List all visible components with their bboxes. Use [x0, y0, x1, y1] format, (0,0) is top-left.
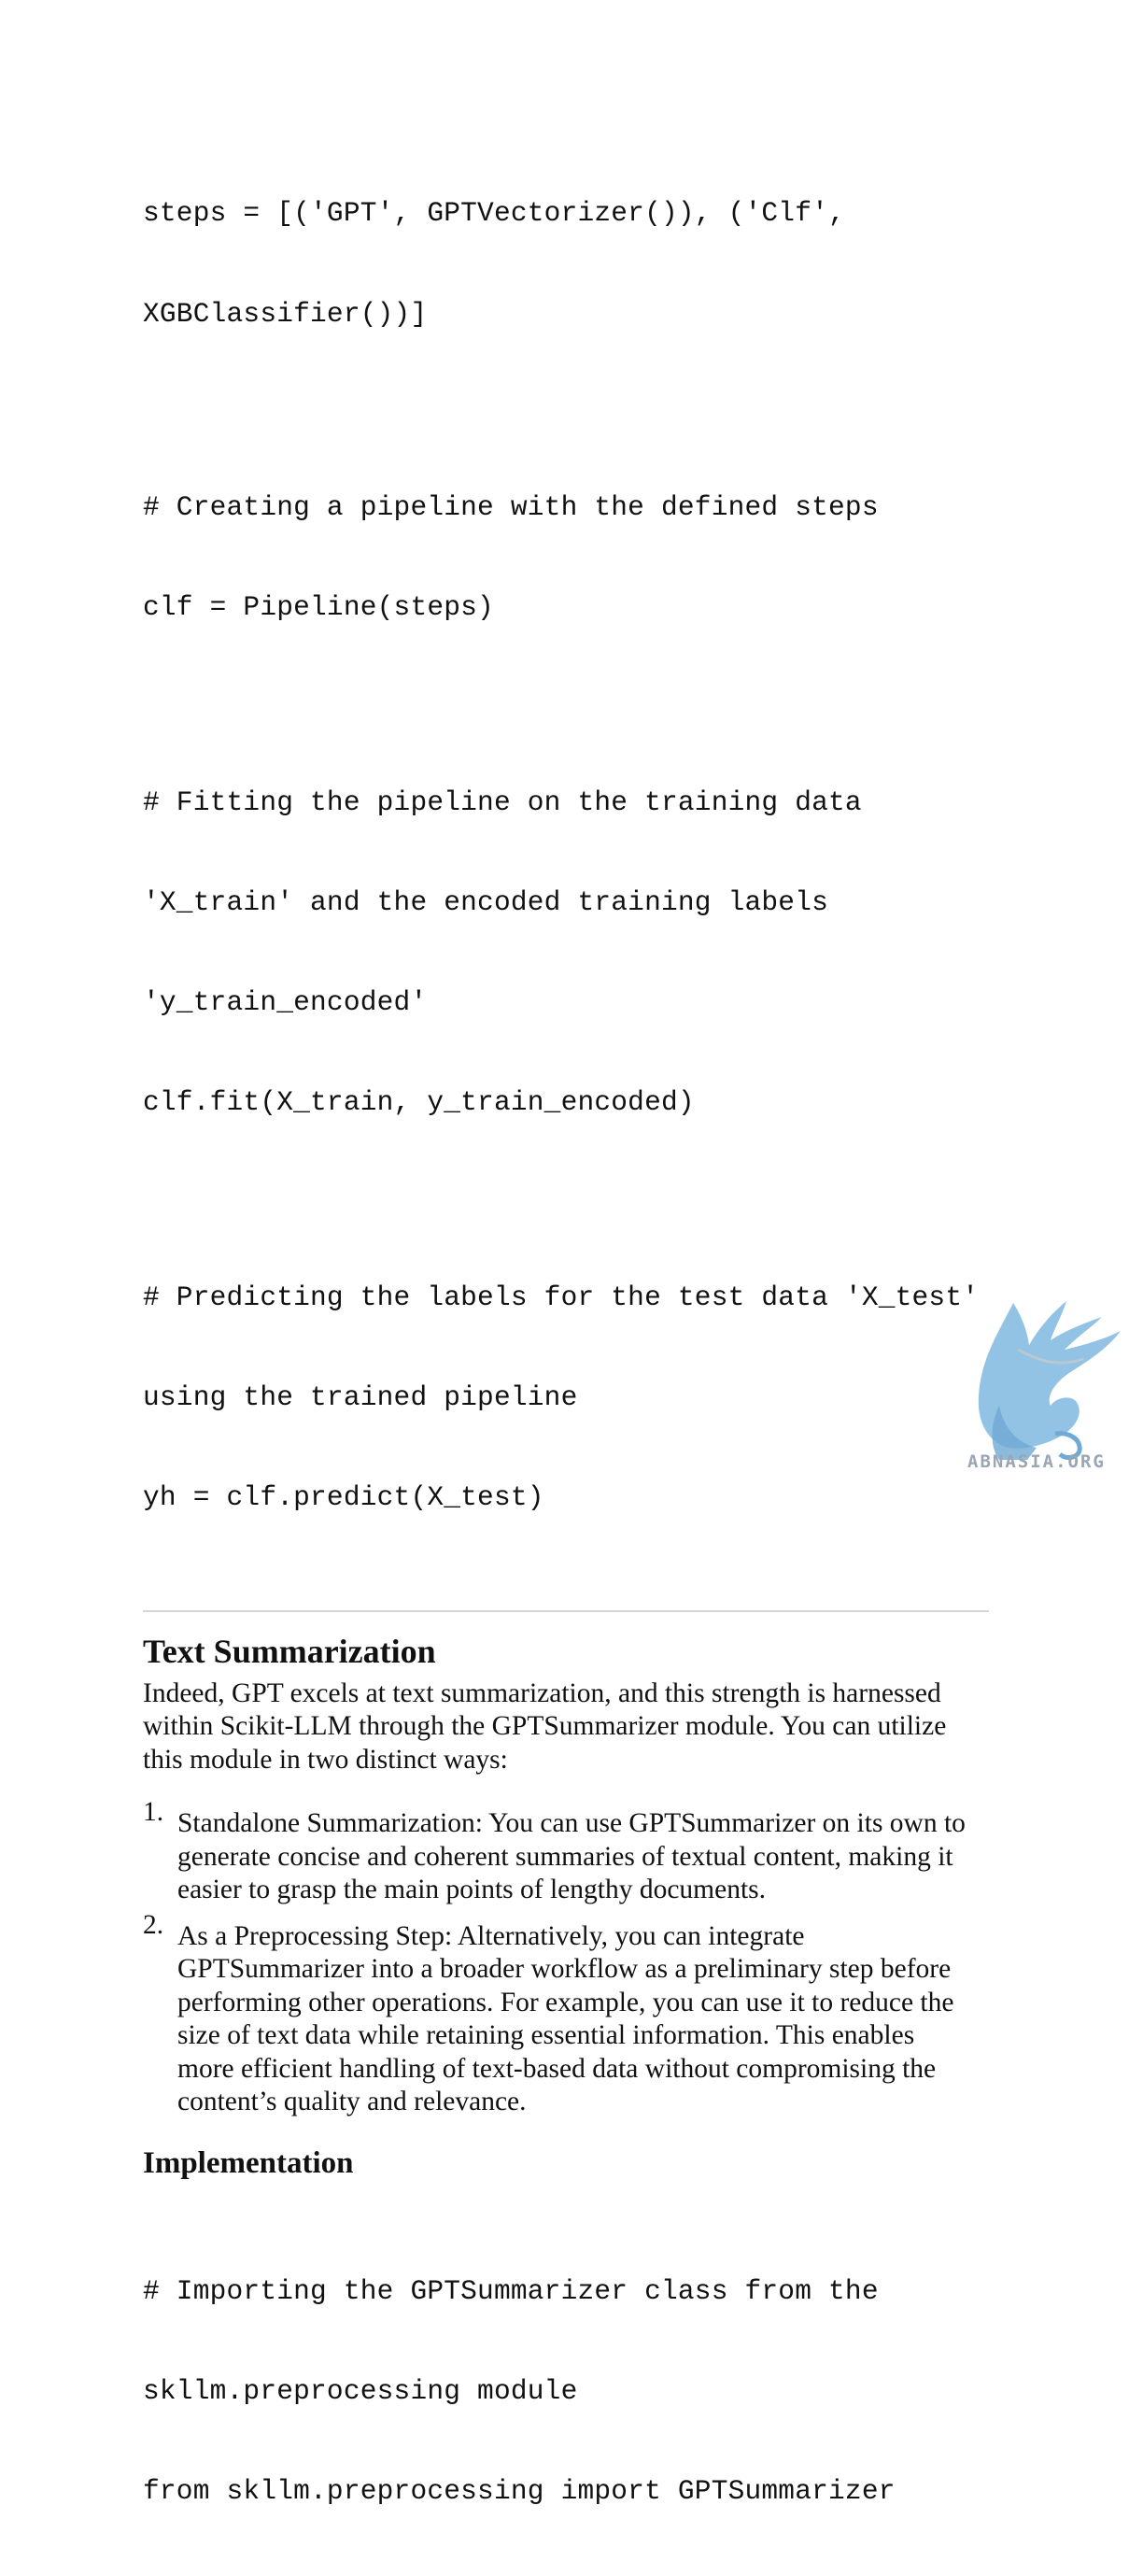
code-line: yh = clf.predict(X_test) [143, 1480, 544, 1513]
intro-line: Indeed, GPT excels at text summarization… [143, 1677, 941, 1708]
code-block-pipeline-fit: # Fitting the pipeline on the training d… [143, 719, 989, 1186]
list-item: 2. As a Preprocessing Step: Alternativel… [143, 1910, 989, 2119]
list-line: GPTSummarizer into a broader workflow as… [177, 1954, 952, 1985]
list-line: performing other operations. For example… [177, 1987, 954, 2017]
code-comment: # Importing the GPTSummarizer class from… [143, 2275, 879, 2308]
list-line: As a Preprocessing Step: Alternatively, … [177, 1920, 805, 1951]
watermark-text: ABNASIA.ORG [967, 1451, 1106, 1472]
code-line: from skllm.preprocessing import GPTSumma… [143, 2475, 896, 2508]
intro-line: within Scikit-LLM through the GPTSummari… [143, 1711, 947, 1742]
implementation-heading: Implementation [143, 2145, 354, 2180]
code-comment: # Predicting the labels for the test dat… [143, 1281, 980, 1313]
list-line: easier to grasp the main points of lengt… [177, 1875, 767, 1905]
code-block-pipeline: steps = [('GPT', GPTVectorizer()), ('Clf… [143, 131, 989, 398]
list-line: generate concise and coherent summaries … [177, 1841, 953, 1872]
code-comment: # Creating a pipeline with the defined s… [143, 491, 879, 524]
section-intro: Indeed, GPT excels at text summarization… [143, 1677, 989, 1777]
list-line: size of text data while retaining essent… [177, 2020, 915, 2051]
code-comment: 'X_train' and the encoded training label… [143, 885, 829, 918]
list-line: Standalone Summarization: You can use GP… [177, 1808, 966, 1839]
summarization-ways-list: 1. Standalone Summarization: You can use… [143, 1797, 989, 2119]
code-block-import: # Importing the GPTSummarizer class from… [143, 2209, 989, 2576]
code-line: clf = Pipeline(steps) [143, 591, 494, 624]
intro-line: this module in two distinct ways: [143, 1744, 508, 1775]
code-comment: skllm.preprocessing module [143, 2375, 578, 2408]
code-line: clf.fit(X_train, y_train_encoded) [143, 1085, 695, 1118]
list-number: 1. [143, 1797, 164, 1828]
list-line: more efficient handling of text-based da… [177, 2053, 937, 2084]
section-title: Text Summarization [143, 1632, 436, 1670]
code-line: XGBClassifier())] [143, 297, 428, 330]
griffin-logo-icon [978, 1301, 1121, 1460]
code-comment: 'y_train_encoded' [143, 985, 428, 1018]
code-comment: # Fitting the pipeline on the training d… [143, 786, 862, 818]
code-block-pipeline-predict: # Predicting the labels for the test dat… [143, 1214, 989, 1581]
list-number: 2. [143, 1909, 164, 1940]
code-line: steps = [('GPT', GPTVectorizer()), ('Clf… [143, 197, 845, 230]
code-comment: using the trained pipeline [143, 1380, 578, 1413]
list-item: 1. Standalone Summarization: You can use… [143, 1797, 989, 1907]
code-block-pipeline-create: # Creating a pipeline with the defined s… [143, 425, 989, 692]
list-line: content’s quality and relevance. [177, 2087, 527, 2117]
document-page: steps = [('GPT', GPTVectorizer()), ('Clf… [143, 131, 989, 2576]
